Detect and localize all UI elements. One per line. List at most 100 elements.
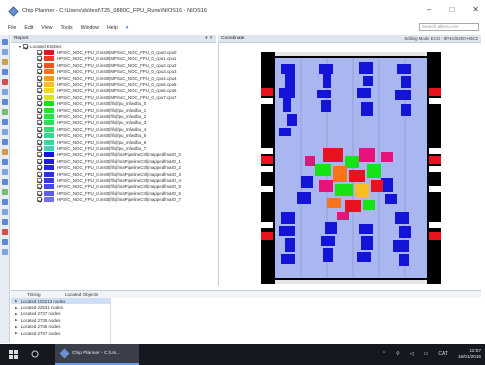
taskbar-chip-planner[interactable]: Chip Planner - C:\Us... [55, 344, 139, 365]
checkbox[interactable] [37, 133, 42, 139]
color-swatch[interactable] [44, 145, 54, 151]
checkbox[interactable] [37, 107, 42, 113]
color-swatch[interactable] [44, 190, 54, 196]
layer-tool-icon[interactable] [1, 89, 8, 95]
start-button[interactable] [6, 344, 20, 365]
grid-tool-icon[interactable] [1, 199, 8, 205]
search-button[interactable] [28, 344, 42, 365]
maximize-button[interactable]: □ [449, 5, 454, 14]
window-title: Chip Planner - C:\Users\ds\test\T25_0880… [22, 8, 207, 14]
checkbox[interactable] [37, 75, 42, 81]
checkbox[interactable] [37, 126, 42, 132]
color-swatch[interactable] [44, 94, 54, 100]
zoom-tool-icon[interactable] [1, 49, 8, 55]
checkbox[interactable] [37, 165, 42, 171]
checkbox[interactable] [37, 120, 42, 126]
checkbox[interactable] [23, 43, 29, 49]
checkbox[interactable] [37, 197, 42, 203]
clock[interactable]: 12:57 16/01/2016 [458, 348, 481, 360]
tree-entry-label: HPS/C_NOC_FPU_0.inst0|MPSoC_NOC_FPU_0_cp… [57, 75, 177, 81]
menu-tools[interactable]: Tools [60, 25, 72, 31]
color-swatch[interactable] [44, 165, 54, 171]
checkbox[interactable] [37, 50, 42, 56]
color-swatch[interactable] [44, 126, 54, 132]
color-swatch[interactable] [44, 139, 54, 145]
checkbox[interactable] [37, 101, 42, 107]
tray-arrow-icon[interactable]: ⌃ [382, 351, 386, 357]
settings-tool-icon[interactable] [1, 179, 8, 185]
find-tool-icon[interactable] [1, 119, 8, 125]
tree-entry[interactable]: HPS/C_NOC_FPU_0.inst0|fifo|fmaPipelineCt… [11, 196, 216, 203]
checkbox[interactable] [37, 190, 42, 196]
checkbox[interactable] [37, 139, 42, 145]
close-button[interactable]: ✕ [472, 5, 479, 14]
report-tool-icon[interactable] [1, 169, 8, 175]
menu-bar: File Edit View Tools Window Help ▾ [0, 22, 485, 33]
clock-tool-icon[interactable] [1, 219, 8, 225]
list-item[interactable]: ▶ Located 2737 nodes [11, 330, 110, 336]
menu-edit[interactable]: Edit [24, 25, 33, 31]
color-swatch[interactable] [44, 69, 54, 75]
checkbox[interactable] [37, 82, 42, 88]
marker-tool-icon[interactable] [1, 189, 8, 195]
net-tool-icon[interactable] [1, 159, 8, 165]
color-swatch[interactable] [44, 152, 54, 158]
minimize-button[interactable]: – [427, 5, 431, 14]
color-swatch[interactable] [44, 56, 54, 62]
menu-window[interactable]: Window [81, 25, 99, 31]
network-icon[interactable]: ⚲ [396, 351, 400, 357]
color-swatch[interactable] [44, 177, 54, 183]
measure-tool-icon[interactable] [1, 129, 8, 135]
checkbox[interactable] [37, 88, 42, 94]
checkbox[interactable] [37, 171, 42, 177]
color-swatch[interactable] [44, 171, 54, 177]
checkbox[interactable] [37, 69, 42, 75]
color-swatch[interactable] [44, 197, 54, 203]
chip-canvas[interactable] [218, 43, 481, 286]
help-tool-icon[interactable] [1, 239, 8, 245]
notification-icon[interactable]: ▭ [424, 351, 429, 357]
volume-icon[interactable]: ◁ [410, 351, 414, 357]
select-tool-icon[interactable] [1, 39, 8, 45]
color-swatch[interactable] [44, 120, 54, 126]
menu-help[interactable]: Help [107, 25, 118, 31]
checkbox[interactable] [37, 113, 42, 119]
color-swatch[interactable] [44, 88, 54, 94]
extra-tool-icon[interactable] [1, 249, 8, 255]
hand-tool-icon[interactable] [1, 59, 8, 65]
cell-tool-icon[interactable] [1, 149, 8, 155]
checkbox[interactable] [37, 62, 42, 68]
color-swatch[interactable] [44, 62, 54, 68]
checkbox[interactable] [37, 158, 42, 164]
help-arrow-icon[interactable]: ▾ [126, 25, 129, 31]
checkbox[interactable] [37, 177, 42, 183]
color-swatch[interactable] [44, 113, 54, 119]
collapse-icon[interactable]: ▾ [19, 44, 21, 49]
checkbox[interactable] [37, 94, 42, 100]
color-swatch[interactable] [44, 184, 54, 190]
wire-tool-icon[interactable] [1, 79, 8, 85]
color-swatch[interactable] [44, 101, 54, 107]
color-swatch[interactable] [44, 158, 54, 164]
checkbox[interactable] [37, 145, 42, 151]
checkbox[interactable] [37, 56, 42, 62]
color-swatch[interactable] [44, 50, 54, 56]
search-input[interactable]: Search altera.com [419, 23, 479, 31]
menu-file[interactable]: File [8, 25, 16, 31]
pin-tool-icon[interactable] [1, 209, 8, 215]
color-swatch[interactable] [44, 82, 54, 88]
timing-tool-icon[interactable] [1, 229, 8, 235]
layers-tool-icon[interactable] [1, 139, 8, 145]
checkbox[interactable] [37, 152, 42, 158]
route-tool-icon[interactable] [1, 109, 8, 115]
menu-view[interactable]: View [41, 25, 52, 31]
region-tool-icon[interactable] [1, 69, 8, 75]
chip-die[interactable] [261, 52, 441, 284]
color-swatch[interactable] [44, 133, 54, 139]
report-panel-controls[interactable]: ▾ ✕ [205, 35, 213, 43]
color-swatch[interactable] [44, 107, 54, 113]
language-indicator[interactable]: CAT [438, 351, 448, 357]
fit-tool-icon[interactable] [1, 99, 8, 105]
color-swatch[interactable] [44, 75, 54, 81]
checkbox[interactable] [37, 184, 42, 190]
